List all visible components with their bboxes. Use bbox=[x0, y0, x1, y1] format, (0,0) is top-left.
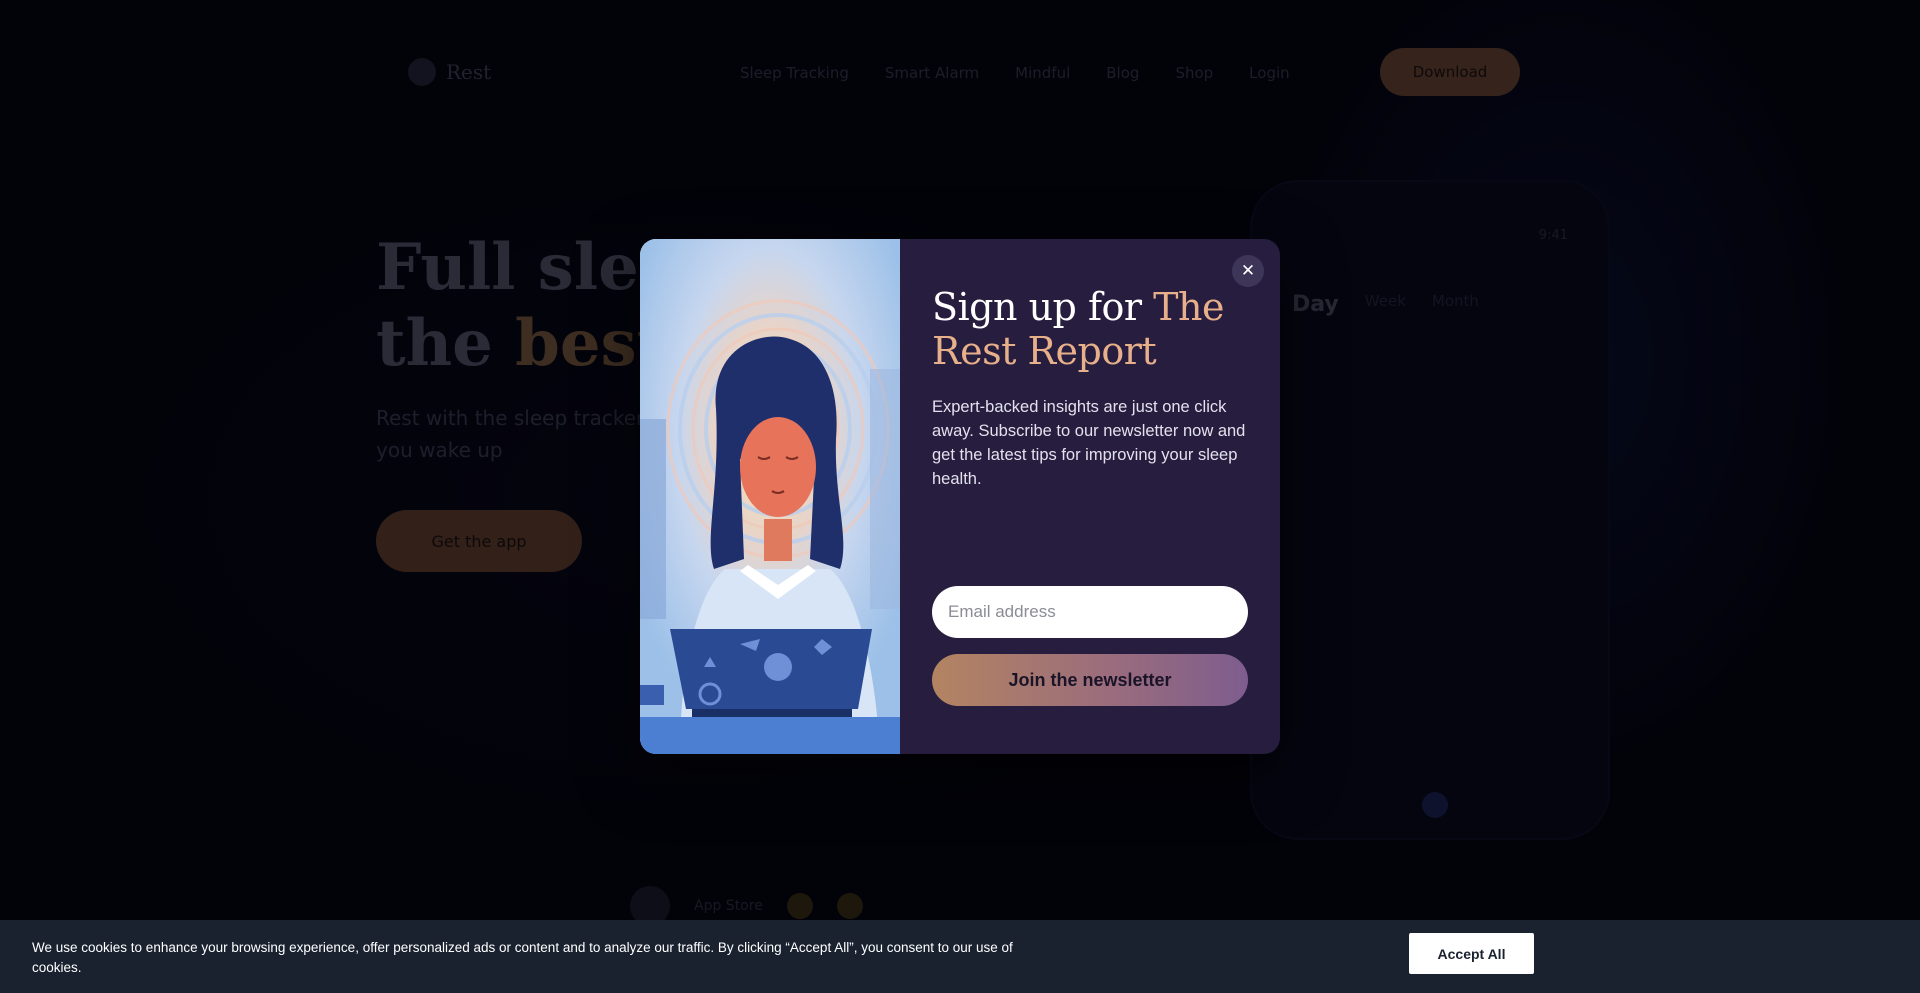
modal-title: Sign up for The Rest Report bbox=[932, 285, 1248, 373]
newsletter-modal: ✕ Sign up for The Rest Report Expert-bac… bbox=[640, 239, 1280, 754]
email-field[interactable] bbox=[932, 586, 1248, 638]
modal-description: Expert-backed insights are just one clic… bbox=[932, 398, 1246, 488]
modal-title-prefix: Sign up for bbox=[932, 285, 1154, 329]
meditating-woman-illustration bbox=[640, 239, 900, 754]
cookie-banner: We use cookies to enhance your browsing … bbox=[0, 920, 1920, 993]
modal-body: ✕ Sign up for The Rest Report Expert-bac… bbox=[900, 239, 1280, 754]
close-icon[interactable]: ✕ bbox=[1232, 255, 1264, 287]
cookie-message: We use cookies to enhance your browsing … bbox=[32, 940, 1013, 975]
join-newsletter-button[interactable]: Join the newsletter bbox=[932, 654, 1248, 706]
accept-all-button[interactable]: Accept All bbox=[1409, 933, 1534, 974]
